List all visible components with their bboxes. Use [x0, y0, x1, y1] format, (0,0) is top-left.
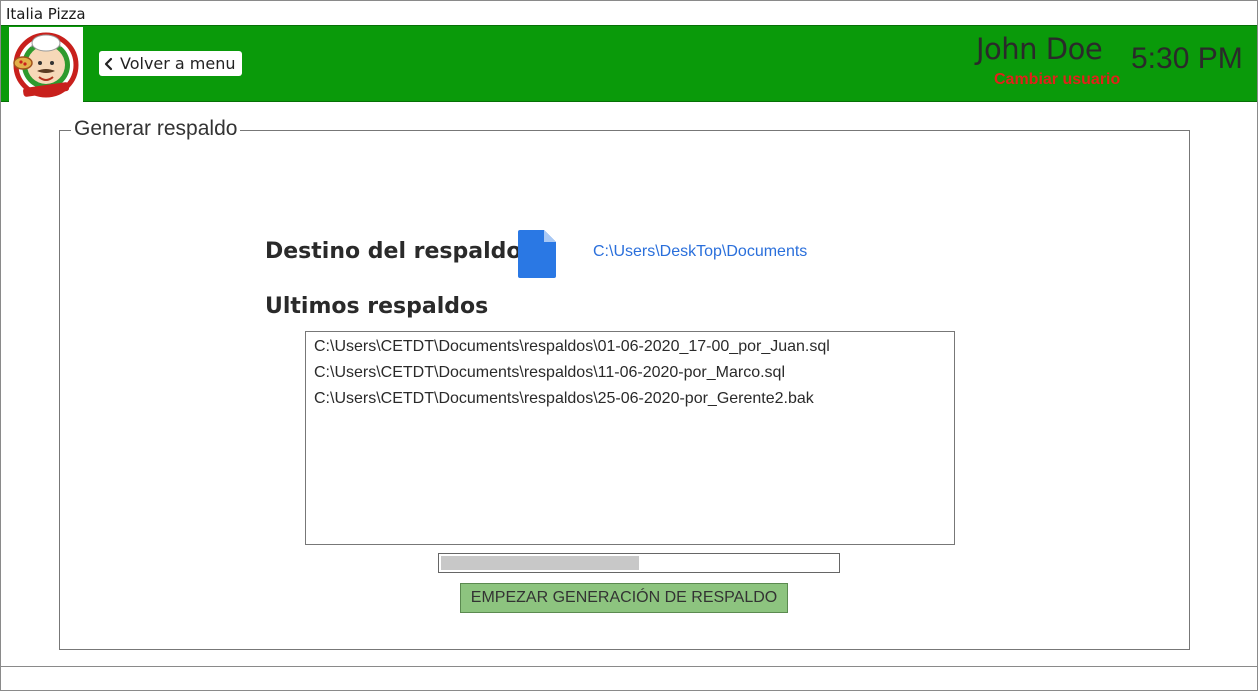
recent-backups-label: Ultimos respaldos	[265, 294, 489, 319]
file-icon[interactable]	[516, 229, 558, 279]
destination-label: Destino del respaldo	[265, 239, 522, 264]
document-icon	[518, 230, 556, 278]
groupbox-title: Generar respaldo	[71, 117, 241, 141]
list-item[interactable]: C:\Users\CETDT\Documents\respaldos\11-06…	[306, 360, 954, 386]
backup-progress-bar	[438, 553, 840, 573]
destination-path-link[interactable]: C:\Users\DeskTop\Documents	[593, 243, 807, 261]
recent-backups-list[interactable]: C:\Users\CETDT\Documents\respaldos\01-06…	[305, 331, 955, 545]
user-name: John Doe	[976, 32, 1103, 66]
change-user-link[interactable]: Cambiar usuario	[994, 71, 1120, 89]
start-backup-button[interactable]: EMPEZAR GENERACIÓN DE RESPALDO	[460, 583, 788, 613]
progress-fill	[441, 556, 639, 570]
window-title: Italia Pizza	[6, 5, 86, 23]
header-bar: Volver a menu John Doe Cambiar usuario 5…	[1, 25, 1257, 102]
title-bar: Italia Pizza	[1, 1, 1257, 25]
list-item[interactable]: C:\Users\CETDT\Documents\respaldos\25-06…	[306, 386, 954, 412]
app-window: Italia Pizza Volver a menu John Doe Camb…	[0, 0, 1258, 691]
back-button-label: Volver a menu	[120, 54, 236, 73]
chevron-left-icon	[104, 57, 113, 70]
status-divider	[1, 666, 1257, 667]
list-item[interactable]: C:\Users\CETDT\Documents\respaldos\01-06…	[306, 334, 954, 360]
clock-time: 5:30 PM	[1131, 42, 1243, 75]
pizza-logo	[9, 27, 83, 102]
chef-logo-icon	[13, 32, 79, 98]
back-to-menu-button[interactable]: Volver a menu	[99, 51, 242, 76]
start-backup-label: EMPEZAR GENERACIÓN DE RESPALDO	[470, 589, 778, 606]
